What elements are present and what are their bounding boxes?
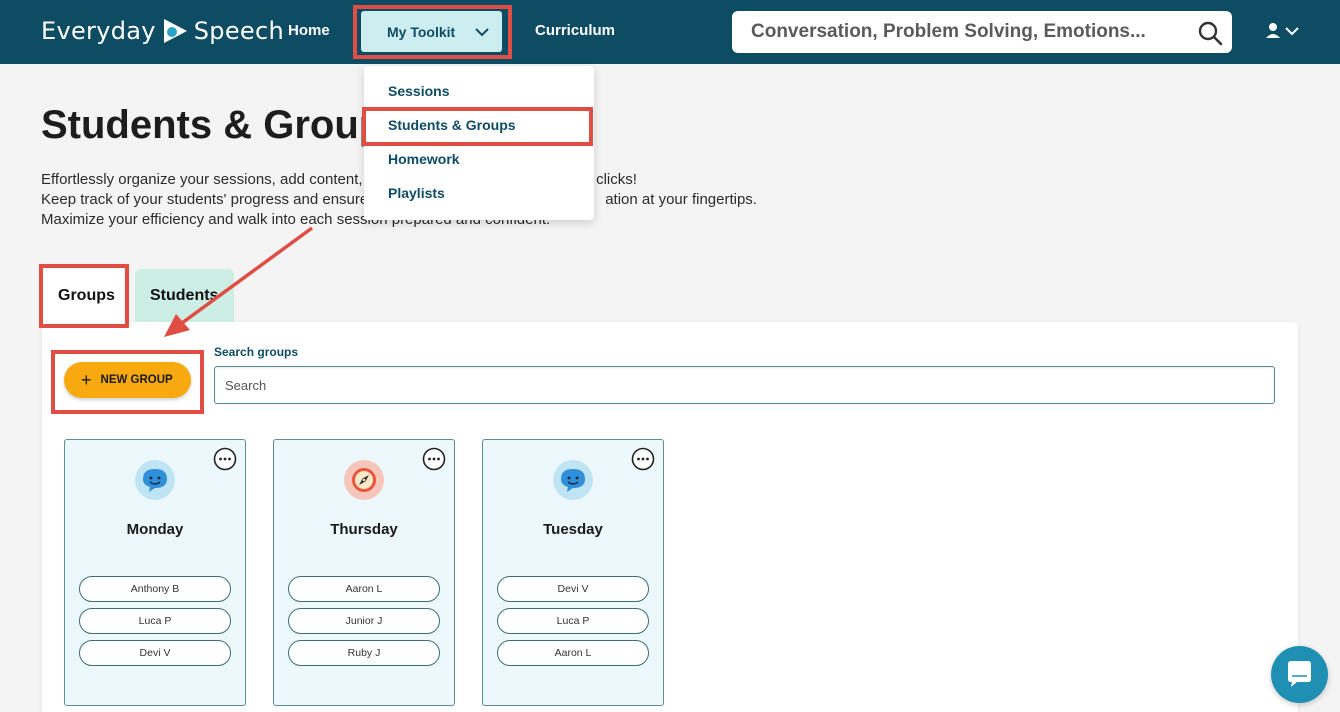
logo-mark-icon [161, 17, 189, 45]
user-account-menu[interactable] [1264, 21, 1302, 43]
intro-line-2: Keep track of your students' progress an… [41, 191, 369, 208]
group-name: Tuesday [543, 521, 603, 538]
intro-line-1-end: clicks! [596, 171, 637, 188]
global-search-box [732, 11, 1232, 53]
chat-bubble-face-icon [553, 460, 593, 500]
member-pill[interactable]: Luca P [497, 608, 649, 634]
member-pill[interactable]: Aaron L [288, 576, 440, 602]
search-groups-label: Search groups [214, 345, 299, 359]
page-title: Students & Groups [41, 103, 406, 147]
member-pill[interactable]: Devi V [79, 640, 231, 666]
member-pill[interactable]: Devi V [497, 576, 649, 602]
new-group-label: NEW GROUP [100, 374, 173, 386]
group-name: Monday [126, 521, 184, 538]
plus-icon: + [81, 370, 92, 390]
my-toolkit-dropdown: Sessions Students & Groups Homework Play… [364, 66, 594, 220]
search-icon[interactable] [1197, 20, 1223, 51]
tab-students[interactable]: Students [135, 269, 234, 322]
new-group-button[interactable]: + NEW GROUP [64, 362, 191, 398]
menu-item-playlists[interactable]: Playlists [388, 185, 445, 201]
nav-curriculum-link[interactable]: Curriculum [535, 22, 615, 39]
support-chat-button[interactable] [1271, 646, 1328, 703]
top-navbar: Everyday Speech Home My Toolkit Curricul… [0, 0, 1340, 64]
chat-bubble-face-icon [135, 460, 175, 500]
more-options-icon[interactable] [213, 447, 237, 471]
group-card-tuesday[interactable]: Tuesday Devi V Luca P Aaron L [482, 439, 664, 706]
logo-text-right: Speech [193, 17, 284, 45]
member-pill[interactable]: Luca P [79, 608, 231, 634]
chevron-down-icon [474, 25, 490, 41]
compass-icon [344, 460, 384, 500]
global-search-input[interactable] [732, 11, 1187, 53]
nav-home-link[interactable]: Home [288, 22, 330, 39]
logo-text-left: Everyday [41, 17, 156, 45]
group-name: Thursday [330, 521, 398, 538]
my-toolkit-label: My Toolkit [387, 23, 456, 40]
everyday-speech-logo[interactable]: Everyday Speech [41, 15, 284, 47]
member-pill[interactable]: Junior J [288, 608, 440, 634]
intro-line-2-end: ation at your fingertips. [605, 191, 757, 208]
more-options-icon[interactable] [631, 447, 655, 471]
more-options-icon[interactable] [422, 447, 446, 471]
group-card-thursday[interactable]: Thursday Aaron L Junior J Ruby J [273, 439, 455, 706]
intro-line-1: Effortlessly organize your sessions, add… [41, 171, 376, 188]
group-card-monday[interactable]: Monday Anthony B Luca P Devi V [64, 439, 246, 706]
member-pill[interactable]: Aaron L [497, 640, 649, 666]
my-toolkit-menu-button[interactable]: My Toolkit [361, 11, 502, 52]
member-pill[interactable]: Anthony B [79, 576, 231, 602]
search-groups-input[interactable] [214, 366, 1275, 404]
menu-item-homework[interactable]: Homework [388, 151, 460, 167]
chat-icon [1288, 661, 1311, 687]
menu-item-students-groups[interactable]: Students & Groups [388, 117, 516, 133]
member-pill[interactable]: Ruby J [288, 640, 440, 666]
menu-item-sessions[interactable]: Sessions [388, 83, 449, 99]
tab-groups[interactable]: Groups [43, 268, 124, 323]
